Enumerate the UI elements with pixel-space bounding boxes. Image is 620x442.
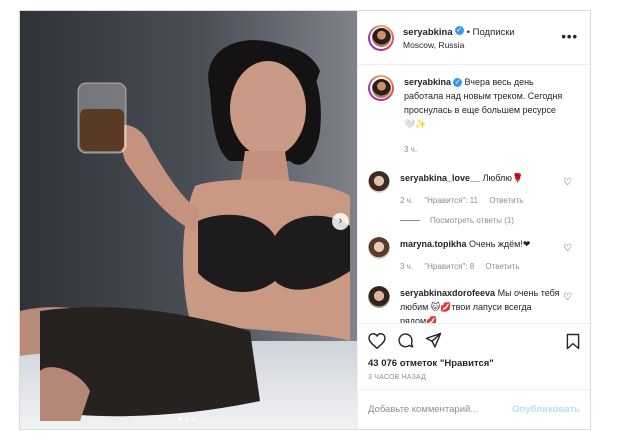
comment-likes[interactable]: "Нравится": 11: [424, 196, 478, 205]
comments-list: seryabkina ✓ Вчера весь день работала над…: [358, 65, 590, 323]
post-card: › seryabkina ✓ • Подписки Moscow, Russia •…: [19, 10, 591, 430]
publish-button[interactable]: Опубликовать: [512, 404, 580, 415]
caption-time[interactable]: 3 ч.: [404, 145, 417, 154]
comment-username[interactable]: maryna.topikha: [400, 239, 467, 249]
comment-item: seryabkina_love__ Люблю🌹 2 ч. "Нравится"…: [368, 171, 580, 208]
commenter-avatar[interactable]: [368, 286, 390, 308]
action-bar: [358, 323, 590, 357]
share-icon[interactable]: [425, 332, 442, 349]
comment-item: seryabkinaxdorofeeva Мы очень тебя любим…: [368, 286, 580, 323]
bookmark-icon[interactable]: [566, 333, 580, 350]
author-username[interactable]: seryabkina: [403, 27, 453, 38]
comment-likes[interactable]: "Нравится": 8: [424, 262, 474, 271]
caption-username[interactable]: seryabkina: [404, 77, 451, 87]
comment-username[interactable]: seryabkinaxdorofeeva: [400, 288, 495, 298]
verified-icon: ✓: [453, 78, 463, 88]
more-options-icon[interactable]: •••: [561, 29, 578, 44]
post-photo[interactable]: ›: [20, 11, 357, 429]
heart-icon[interactable]: ♡: [563, 292, 572, 303]
post-time-ago[interactable]: 3 ЧАСОВ НАЗАД: [358, 371, 590, 389]
like-icon[interactable]: [368, 332, 386, 349]
comment-text: Люблю🌹: [482, 173, 524, 183]
carousel-dot: [192, 417, 196, 421]
reply-button[interactable]: Ответить: [489, 196, 523, 205]
following-button[interactable]: • Подписки: [467, 27, 515, 38]
comment-item: maryna.topikha Очень ждём!❤ 3 ч. "Нравит…: [368, 237, 580, 274]
post-image: [20, 11, 357, 429]
verified-icon: ✓: [454, 25, 464, 35]
commenter-avatar[interactable]: [368, 171, 390, 193]
carousel-dot: [178, 417, 182, 421]
heart-icon[interactable]: ♡: [563, 243, 572, 254]
post-location[interactable]: Moscow, Russia: [403, 39, 515, 52]
reply-button[interactable]: Ответить: [485, 262, 519, 271]
comment-username[interactable]: seryabkina_love__: [400, 173, 480, 183]
carousel-dots: [178, 417, 196, 421]
replies-divider: [400, 220, 420, 221]
chevron-right-icon: ›: [338, 215, 343, 227]
post-side-panel: seryabkina ✓ • Подписки Moscow, Russia •••…: [357, 11, 590, 429]
comment-time[interactable]: 3 ч.: [400, 262, 413, 271]
carousel-next-button[interactable]: ›: [332, 213, 349, 230]
view-replies-label: Посмотреть ответы (1): [430, 216, 515, 225]
comment-input[interactable]: Добавьте комментарий...: [368, 404, 478, 415]
comment-icon[interactable]: [397, 332, 414, 349]
heart-icon[interactable]: ♡: [563, 177, 572, 188]
comment-text: Очень ждём!❤: [469, 239, 531, 249]
author-avatar[interactable]: [368, 24, 394, 51]
carousel-dot: [185, 417, 189, 421]
add-comment-bar: Добавьте комментарий... Опубликовать: [358, 389, 590, 429]
likes-count[interactable]: 43 076 отметок "Нравится": [358, 357, 590, 371]
author-avatar[interactable]: [368, 75, 394, 101]
caption: seryabkina ✓ Вчера весь день работала над…: [368, 75, 580, 157]
commenter-avatar[interactable]: [368, 237, 390, 259]
comment-time[interactable]: 2 ч.: [400, 196, 413, 205]
view-replies-button[interactable]: Посмотреть ответы (1): [400, 216, 580, 225]
post-header: seryabkina ✓ • Подписки Moscow, Russia •••: [358, 11, 590, 65]
